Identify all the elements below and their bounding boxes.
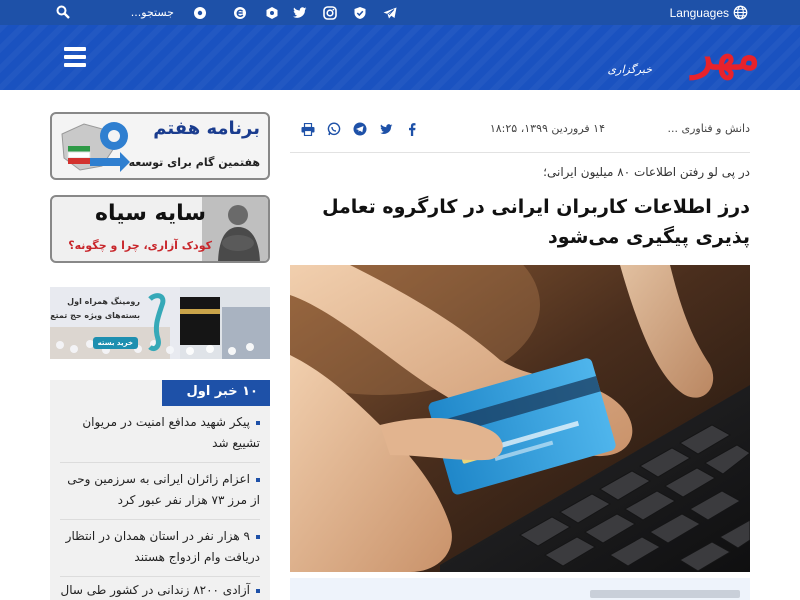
top-news-item[interactable]: اعزام زائران ایرانی به سرزمین وحی از مرز…	[60, 469, 260, 511]
social-telegram[interactable]	[378, 0, 402, 25]
meta-divider	[290, 152, 750, 153]
ad1-title: برنامه هفتم	[153, 118, 260, 139]
bullet-icon	[256, 534, 260, 539]
search-icon	[56, 5, 70, 19]
breadcrumb[interactable]: دانش و فناوری ...	[668, 122, 751, 135]
news-item-text: آزادی ۸۲۰۰ زندانی در کشور طی سال	[60, 583, 250, 597]
share-twitter[interactable]	[376, 119, 396, 139]
share-whatsapp[interactable]	[324, 119, 344, 139]
iran-map-gear-graphic	[61, 122, 130, 172]
article-headline: درز اطلاعات کاربران ایرانی در کارگروه تع…	[322, 196, 750, 248]
globe-icon	[733, 5, 748, 20]
menu-bar	[64, 63, 86, 67]
hamburger-menu-button[interactable]	[60, 42, 90, 72]
bullet-icon	[256, 477, 260, 482]
twitter-icon	[293, 6, 307, 18]
text-line-placeholder	[590, 590, 740, 598]
e-icon	[234, 6, 246, 19]
child-silhouette-graphic	[202, 197, 268, 261]
print-icon	[301, 122, 315, 136]
top-news-item[interactable]: پیکر شهید مدافع امنیت در مریوان تشییع شد	[60, 412, 260, 454]
article-hero-image	[290, 265, 750, 572]
menu-bar	[64, 47, 86, 51]
logo-wordmark: مهر	[691, 29, 762, 80]
logo-text: مهر	[691, 29, 762, 80]
social-shield[interactable]	[348, 0, 372, 25]
ad-banner-hajj-roaming[interactable]: رومینگ همراه اول بسته‌های ویژه حج تمتع خ…	[50, 287, 270, 359]
bullet-icon	[256, 420, 260, 425]
ad2-subtitle: کودک آزاری، چرا و چگونه؟	[68, 239, 212, 252]
search-input[interactable]	[82, 4, 174, 21]
share-telegram[interactable]	[350, 119, 370, 139]
logo-tagline: خبرگزاری	[607, 63, 652, 76]
site-header: مهر خبرگزاری	[0, 25, 800, 90]
top-10-title: ۱۰ خبر اول	[162, 380, 270, 406]
hexagon-icon	[266, 6, 278, 19]
top-10-news: ۱۰ خبر اول پیکر شهید مدافع امنیت در مریو…	[50, 380, 270, 600]
twitter-icon	[379, 123, 392, 134]
ad2-title: سایه سیاه	[94, 201, 206, 226]
article-subtitle: در پی لو رفتن اطلاعات ۸۰ میلیون ایرانی؛	[543, 165, 750, 179]
top-news-item[interactable]: آزادی ۸۲۰۰ زندانی در کشور طی سال	[60, 580, 260, 600]
news-item-text: ۹ هزار نفر در استان همدان در انتظار دریا…	[65, 529, 260, 564]
social-twitter[interactable]	[288, 0, 312, 25]
news-separator	[60, 462, 260, 463]
news-item-text: اعزام زائران ایرانی به سرزمین وحی از مرز…	[67, 472, 260, 507]
facebook-icon	[409, 122, 416, 136]
top-bar: Languages	[0, 0, 800, 25]
share-facebook[interactable]	[402, 119, 422, 139]
top-news-item[interactable]: ۹ هزار نفر در استان همدان در انتظار دریا…	[60, 526, 260, 568]
instagram-icon	[323, 5, 337, 20]
languages-menu[interactable]: Languages	[670, 0, 748, 25]
social-ball[interactable]	[188, 0, 212, 25]
languages-label: Languages	[669, 5, 729, 20]
shield-check-icon	[354, 6, 366, 19]
social-instagram[interactable]	[318, 0, 342, 25]
ad3-line2: بسته‌های ویژه حج تمتع	[50, 311, 140, 320]
site-logo[interactable]: مهر خبرگزاری	[530, 29, 762, 88]
ad3-buy-button[interactable]: خرید بسته	[92, 337, 138, 349]
social-hexagon[interactable]	[260, 0, 284, 25]
article-date: ۱۴ فروردین ۱۳۹۹، ۱۸:۲۵	[489, 122, 605, 135]
ball-icon	[194, 6, 206, 19]
bullet-icon	[256, 588, 260, 593]
whatsapp-icon	[327, 122, 341, 136]
share-print[interactable]	[298, 119, 318, 139]
news-separator	[60, 519, 260, 520]
social-e[interactable]	[228, 0, 252, 25]
ad1-subtitle: هفتمین گام برای توسعه	[128, 156, 260, 169]
news-separator	[60, 576, 260, 577]
ad3-line1: رومینگ همراه اول	[67, 297, 140, 306]
search-button[interactable]	[52, 3, 74, 21]
ad-banner-program7[interactable]: برنامه هفتم هفتمین گام برای توسعه	[50, 112, 270, 180]
telegram-icon	[383, 7, 397, 18]
news-item-text: پیکر شهید مدافع امنیت در مریوان تشییع شد	[82, 415, 260, 450]
article-meta: دانش و فناوری ... ۱۴ فروردین ۱۳۹۹، ۱۸:۲۵	[290, 115, 750, 145]
menu-bar	[64, 55, 86, 59]
article-body-preview	[290, 578, 750, 600]
telegram-icon	[353, 122, 367, 136]
ad-banner-black-shadow[interactable]: سایه سیاه کودک آزاری، چرا و چگونه؟	[50, 195, 270, 263]
